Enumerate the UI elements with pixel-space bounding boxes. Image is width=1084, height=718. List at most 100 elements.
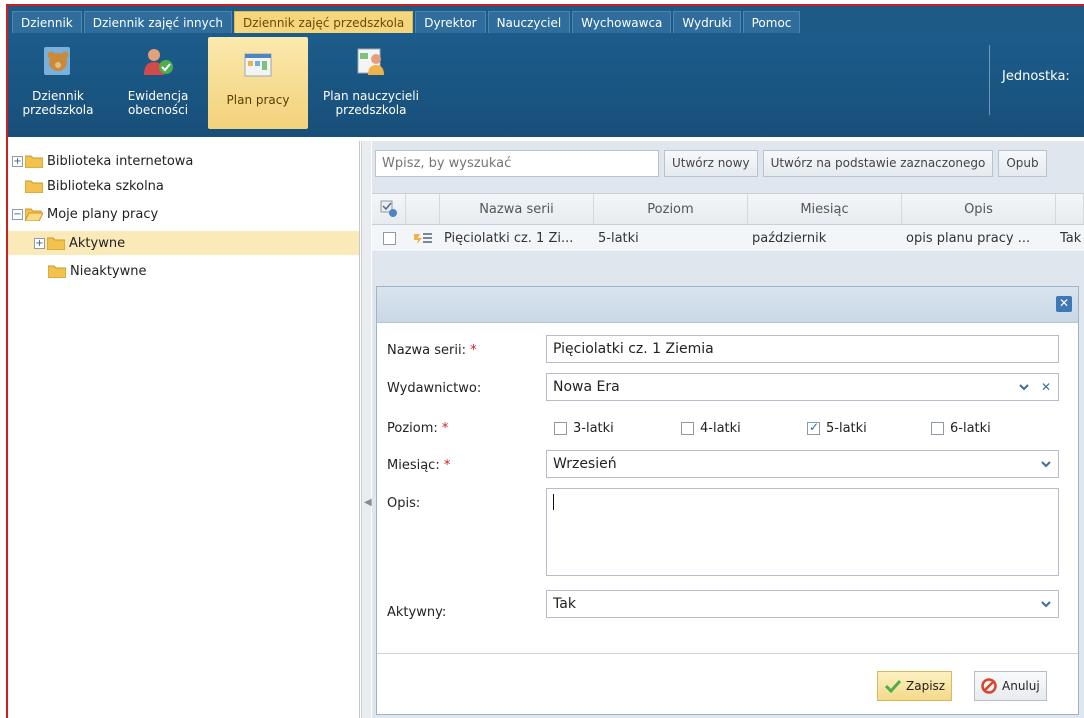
checkmark-icon [884,679,902,693]
aktywny-select[interactable]: Tak [546,590,1059,618]
chevron-down-icon[interactable] [1034,591,1058,617]
create-from-selected-button[interactable]: Utwórz na podstawie zaznaczonego [762,149,994,177]
wydawnictwo-combo[interactable]: Nowa Era ✕ [546,373,1059,401]
tree-item-label: Moje plany pracy [47,206,159,222]
checkbox[interactable] [931,422,944,435]
column-header-opis[interactable]: Opis [902,194,1056,224]
menu-tab-dziennik[interactable]: Dziennik [12,11,82,33]
plan-tree: + Biblioteka internetowa Biblioteka szko… [8,141,360,718]
cancel-button[interactable]: Anuluj [974,671,1047,701]
menu-tab-nauczyciel[interactable]: Nauczyciel [487,11,571,33]
expand-icon[interactable]: + [34,237,45,249]
teacher-plan-icon [357,48,384,75]
opis-textarea[interactable] [546,488,1059,576]
checkbox[interactable] [554,422,567,435]
folder-icon [25,180,43,193]
row-select-cell[interactable] [372,225,406,251]
type-header [406,194,440,224]
wydawnictwo-label: Wydawnictwo: [387,381,482,396]
checkbox-label: 5-latki [826,421,867,436]
menu-tab-wydruki[interactable]: Wydruki [673,11,741,33]
ribbon-divider [989,45,990,115]
aktywny-label: Aktywny: [387,605,447,620]
poziom-checkbox-3-latki[interactable]: 3-latki [554,421,614,436]
plans-grid: Nazwa serii Poziom Miesiąc Opis Pięciola… [372,193,1084,252]
chevron-down-glyph [1041,460,1051,467]
chevron-down-icon[interactable] [1034,451,1058,477]
menu-tab-dziennik-zajec-innych[interactable]: Dziennik zajęć innych [83,11,232,33]
folder-icon [25,155,43,168]
tree-item-nieaktywne[interactable]: Nieaktywne [48,259,147,283]
open-folder-icon [25,208,43,221]
poziom-checkbox-6-latki[interactable]: 6-latki [931,421,991,436]
checkbox-label: 4-latki [700,421,741,436]
text-cursor [553,494,554,510]
row-checkbox[interactable] [382,231,396,245]
ribbon-button-ewidencja-obecnosci[interactable]: Ewidencja obecności [108,33,208,133]
expand-icon[interactable]: + [12,155,23,167]
search-input[interactable] [375,149,659,177]
miesiac-label-text: Miesiąc: [387,458,440,473]
ribbon-label: Ewidencja obecności [127,89,189,117]
tree-item-biblioteka-internetowa[interactable]: + Biblioteka internetowa [12,149,193,173]
collapse-icon[interactable]: − [12,208,23,220]
miesiac-label: Miesiąc: * [387,458,450,473]
menu-tab-dyrektor[interactable]: Dyrektor [415,11,486,33]
grid-header: Nazwa serii Poziom Miesiąc Opis [372,193,1084,225]
ribbon-button-dziennik-przedszkola[interactable]: Dziennik przedszkola [8,33,108,133]
opis-label: Opis: [387,496,421,511]
dialog-footer: Zapisz Anuluj [377,653,1078,715]
grid-toolbar: Utwórz nowy Utwórz na podstawie zaznaczo… [372,147,1084,179]
column-header-poziom[interactable]: Poziom [594,194,748,224]
create-new-button[interactable]: Utwórz nowy [664,149,758,177]
column-header-miesiac[interactable]: Miesiąc [748,194,902,224]
poziom-checkbox-5-latki[interactable]: 5-latki [807,420,867,436]
wydawnictwo-value: Nowa Era [553,379,620,395]
save-button[interactable]: Zapisz [877,671,953,701]
main-menu: Dziennik Dziennik zajęć innych Dziennik … [8,6,1084,33]
dialog-header: ✕ [377,287,1078,323]
required-mark: * [443,458,451,473]
tree-item-label: Biblioteka szkolna [47,178,164,194]
miesiac-select[interactable]: Wrzesień [546,450,1059,478]
poziom-checkbox-4-latki[interactable]: 4-latki [681,421,741,436]
column-header-aktywny[interactable] [1056,194,1084,224]
jednostka-label: Jednostka: [1002,69,1070,84]
miesiac-value: Wrzesień [553,456,617,472]
checkbox[interactable] [681,422,694,435]
tree-item-biblioteka-szkolna[interactable]: Biblioteka szkolna [25,174,164,198]
cell-opis: opis planu pracy ... [906,230,1031,246]
chevron-down-glyph [1019,383,1029,390]
close-icon[interactable]: ✕ [1056,296,1072,312]
menu-tab-wychowawca[interactable]: Wychowawca [572,11,672,33]
ribbon-button-plan-nauczycieli[interactable]: Plan nauczycieli przedszkola [308,33,434,133]
ribbon-label: Plan pracy [226,93,290,107]
ribbon: Dziennik przedszkola Ewidencja obecności… [8,33,1084,137]
collapse-left-icon[interactable]: ◀ [364,497,372,508]
cell-aktywny: Tak [1060,230,1082,246]
save-label: Zapisz [906,679,946,693]
tree-item-label: Aktywne [69,235,126,251]
tree-item-moje-plany-pracy[interactable]: − Moje plany pracy [12,202,158,226]
ribbon-button-plan-pracy[interactable]: Plan pracy [208,37,308,129]
ribbon-label: Dziennik przedszkola [22,89,94,117]
menu-tab-dziennik-zajec-przedszkola[interactable]: Dziennik zajęć przedszkola [233,11,414,33]
people-check-icon [144,49,173,75]
plan-series-dialog: ✕ Nazwa serii: * Pięciolatki cz. 1 Ziemi… [376,286,1079,715]
column-header-nazwa[interactable]: Nazwa serii [440,194,594,224]
table-row[interactable]: Pięciolatki cz. 1 Zi... 5-latki paździer… [372,225,1084,252]
chevron-down-icon[interactable] [1012,374,1036,400]
publish-button[interactable]: Opub [998,149,1047,177]
nazwa-serii-input[interactable]: Pięciolatki cz. 1 Ziemia [546,335,1059,363]
nazwa-serii-label-text: Nazwa serii: [387,343,466,358]
nazwa-serii-label: Nazwa serii: * [387,343,477,358]
poziom-label-text: Poziom: [387,421,438,436]
tree-item-label: Biblioteka internetowa [47,153,194,169]
menu-tab-pomoc[interactable]: Pomoc [742,11,801,33]
panel-splitter[interactable]: ◀ [361,141,372,718]
clear-icon[interactable]: ✕ [1036,374,1056,400]
select-all-header[interactable] [372,194,406,224]
checkbox-label: 3-latki [573,421,614,436]
checkbox-checked[interactable] [807,420,820,435]
tree-item-aktywne[interactable]: + Aktywne [8,231,359,255]
